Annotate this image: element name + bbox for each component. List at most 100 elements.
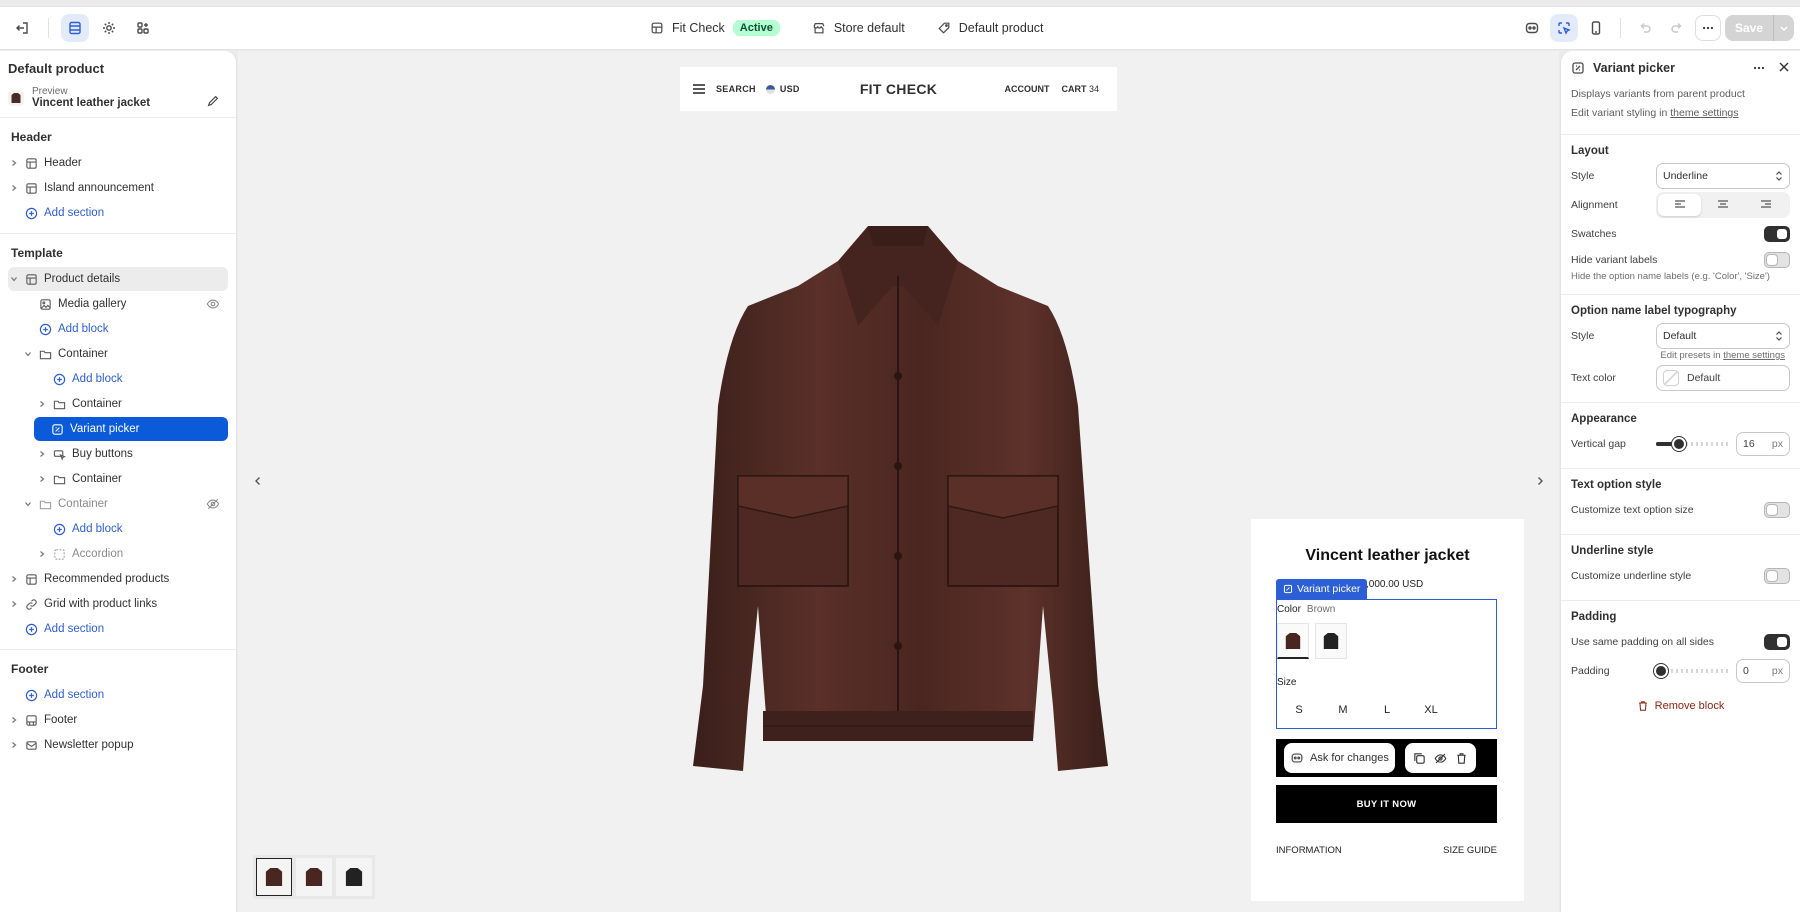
padding-input[interactable]: 0 px <box>1736 659 1790 683</box>
theme-settings-link[interactable]: theme settings <box>1670 107 1738 119</box>
menu-icon[interactable] <box>692 83 706 95</box>
store-search-link[interactable]: SEARCH <box>716 84 756 94</box>
store-selector[interactable]: Store default <box>812 21 905 35</box>
add-section-button[interactable]: Add section <box>8 201 228 225</box>
eye-off-icon[interactable] <box>206 497 220 511</box>
chevron-right-icon[interactable] <box>8 716 20 724</box>
buy-it-now-button[interactable]: BUY IT NOW <box>1276 785 1497 823</box>
text-color-picker[interactable]: Default <box>1656 365 1790 391</box>
tree-item-grid-with-product-links[interactable]: Grid with product links <box>8 592 228 616</box>
account-link[interactable]: ACCOUNT <box>1004 84 1049 94</box>
chevron-right-icon[interactable] <box>8 600 20 608</box>
ask-for-changes-button[interactable]: Ask for changes <box>1284 743 1395 773</box>
trash-icon[interactable] <box>1455 752 1468 765</box>
save-button[interactable]: Save <box>1724 15 1794 41</box>
template-selector[interactable]: Default product <box>937 21 1044 35</box>
style-select[interactable]: Underline <box>1656 163 1790 189</box>
redo-icon[interactable] <box>1663 14 1691 42</box>
add-section-button[interactable]: Add section <box>8 617 228 641</box>
information-link[interactable]: INFORMATION <box>1276 845 1342 856</box>
eye-off-icon[interactable] <box>1434 752 1447 765</box>
remove-block-button[interactable]: Remove block <box>1571 700 1790 712</box>
more-actions-button[interactable] <box>1694 15 1721 41</box>
add-section-button[interactable]: Add section <box>8 683 228 707</box>
tree-item-media-gallery[interactable]: Media gallery <box>8 292 228 316</box>
currency-selector[interactable]: USD <box>765 84 800 94</box>
hide-labels-toggle[interactable] <box>1764 252 1790 268</box>
chevron-right-icon[interactable] <box>36 550 48 558</box>
chevron-right-icon[interactable] <box>8 184 20 192</box>
tree-item-container-hidden[interactable]: Container <box>8 492 228 516</box>
size-option[interactable]: S <box>1277 704 1321 716</box>
chevron-down-icon[interactable] <box>22 500 34 508</box>
ai-icon[interactable] <box>1518 14 1546 42</box>
preview-selector[interactable]: Preview Vincent leather jacket <box>0 82 236 118</box>
eye-icon[interactable] <box>206 297 220 311</box>
chevron-right-icon[interactable] <box>8 741 20 749</box>
text-option-toggle[interactable] <box>1764 502 1790 518</box>
align-right-icon[interactable] <box>1745 194 1788 216</box>
pencil-icon[interactable] <box>206 94 220 108</box>
next-image-button[interactable] <box>1528 469 1552 493</box>
tree-item-island-announcement[interactable]: Island announcement <box>8 176 228 200</box>
tree-item-product-details[interactable]: Product details <box>8 267 228 291</box>
tree-item-recommended-products[interactable]: Recommended products <box>8 567 228 591</box>
inspector-icon[interactable] <box>1549 14 1578 42</box>
chevron-down-icon[interactable] <box>1773 15 1794 41</box>
thumbnail[interactable] <box>336 858 373 896</box>
thumbnail[interactable] <box>256 858 293 896</box>
swatches-toggle[interactable] <box>1764 226 1790 242</box>
color-swatch[interactable] <box>1315 623 1347 659</box>
duplicate-icon[interactable] <box>1413 752 1426 765</box>
slider-handle[interactable] <box>1672 437 1686 451</box>
tree-item-variant-picker[interactable]: Variant picker <box>34 417 228 441</box>
tree-item-container[interactable]: Container <box>8 342 228 366</box>
tree-item-header[interactable]: Header <box>8 151 228 175</box>
add-block-button[interactable]: Add block <box>8 367 228 391</box>
size-guide-link[interactable]: SIZE GUIDE <box>1443 845 1497 856</box>
size-option[interactable]: M <box>1321 704 1365 716</box>
chevron-right-icon[interactable] <box>8 159 20 167</box>
chevron-right-icon[interactable] <box>36 475 48 483</box>
underline-toggle[interactable] <box>1764 568 1790 584</box>
variant-picker-tag[interactable]: Variant picker <box>1276 579 1368 599</box>
tree-item-newsletter-popup[interactable]: Newsletter popup <box>8 733 228 757</box>
tree-item-accordion[interactable]: Accordion <box>8 542 228 566</box>
padding-slider[interactable] <box>1654 664 1730 678</box>
align-left-icon[interactable] <box>1658 194 1702 216</box>
tree-item-buy-buttons[interactable]: Buy buttons <box>8 442 228 466</box>
theme-settings-link[interactable]: theme settings <box>1723 350 1785 361</box>
vertical-gap-slider[interactable] <box>1656 437 1730 451</box>
align-center-icon[interactable] <box>1701 194 1744 216</box>
chevron-right-icon[interactable] <box>8 575 20 583</box>
slider-handle[interactable] <box>1654 664 1668 678</box>
add-block-button[interactable]: Add block <box>8 517 228 541</box>
mobile-preview-icon[interactable] <box>1582 14 1610 42</box>
prev-image-button[interactable] <box>246 469 270 493</box>
size-option[interactable]: L <box>1365 704 1409 716</box>
apps-icon[interactable] <box>129 14 157 42</box>
close-icon[interactable] <box>1778 61 1790 75</box>
gear-icon[interactable] <box>95 14 123 42</box>
variant-picker-block[interactable]: Color Brown Size S M L XL <box>1276 599 1497 729</box>
chevron-down-icon[interactable] <box>22 350 34 358</box>
same-padding-toggle[interactable] <box>1764 634 1790 650</box>
add-block-button[interactable]: Add block <box>8 317 228 341</box>
chevron-right-icon[interactable] <box>36 450 48 458</box>
tree-item-container[interactable]: Container <box>8 467 228 491</box>
undo-icon[interactable] <box>1631 14 1659 42</box>
thumbnail[interactable] <box>296 858 333 896</box>
cart-link[interactable]: CART 34 <box>1061 84 1099 94</box>
typography-style-select[interactable]: Default <box>1656 323 1790 349</box>
tree-item-container[interactable]: Container <box>8 392 228 416</box>
more-icon[interactable] <box>1752 61 1766 75</box>
chevron-down-icon[interactable] <box>8 275 20 283</box>
theme-selector[interactable]: Fit Check Active <box>650 20 780 36</box>
size-option[interactable]: XL <box>1409 704 1453 716</box>
color-swatch[interactable] <box>1277 623 1309 659</box>
exit-icon[interactable] <box>8 14 36 42</box>
vertical-gap-input[interactable]: 16 px <box>1736 432 1790 456</box>
chevron-right-icon[interactable] <box>36 400 48 408</box>
tree-item-footer[interactable]: Footer <box>8 708 228 732</box>
sections-icon[interactable] <box>61 14 89 42</box>
